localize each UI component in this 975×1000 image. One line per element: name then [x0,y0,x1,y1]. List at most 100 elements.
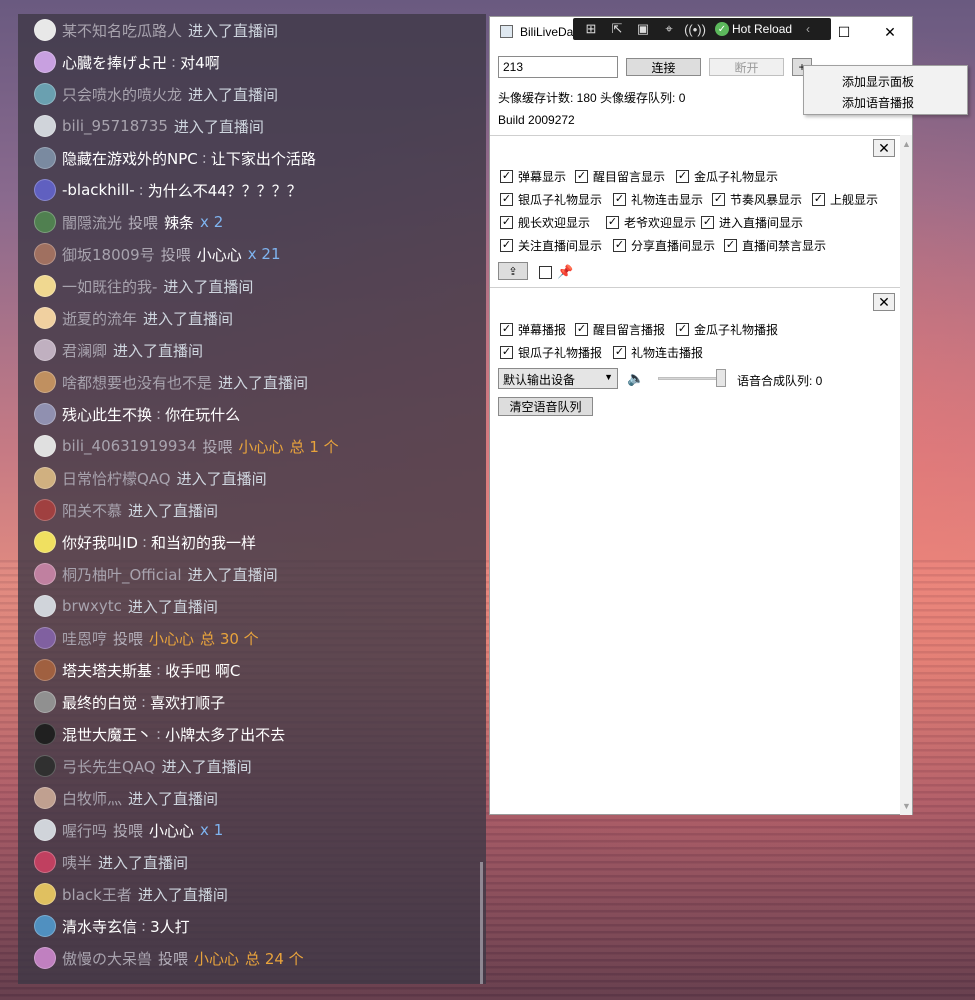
track-focus-icon[interactable]: ⌖ [659,20,679,38]
option-checkbox[interactable]: ✓ 银瓜子礼物播报 [500,344,602,361]
connect-button[interactable]: 连接 [626,58,701,76]
scroll-up-icon[interactable]: ▲ [902,139,911,149]
check-icon: ✓ [715,22,729,36]
hot-reload-label: Hot Reload [732,22,793,36]
avatar [34,723,56,745]
window-title: BiliLiveDa [520,25,574,39]
danmaku-row: 隐藏在游戏外的NPC: 让下家出个活路 [34,142,316,174]
option-checkbox[interactable]: ✓ 礼物连击显示 [613,191,703,208]
checkmark-icon[interactable]: ✓ [724,239,737,252]
danmaku-row: 傲慢の大呆兽 投喂 小心心总 24 个 [34,942,304,974]
option-checkbox[interactable]: ✓ 上舰显示 [812,191,878,208]
binding-failures-icon[interactable]: ((•)) [684,20,706,38]
avatar [34,211,56,233]
checkmark-icon[interactable]: ✓ [500,193,513,206]
checkmark-icon[interactable]: ✓ [575,323,588,336]
option-checkbox[interactable]: ✓ 关注直播间显示 [500,237,602,254]
close-display-panel-button[interactable]: ✕ [873,139,895,157]
avatar [34,371,56,393]
checkmark-icon[interactable]: ✓ [812,193,825,206]
close-window-button[interactable]: ✕ [881,23,899,41]
enter-text: 进入了直播间 [188,85,279,104]
select-element-icon[interactable]: ⇱ [607,20,627,38]
avatar-cache-status: 头像缓存计数: 180 头像缓存队列: 0 [498,91,686,105]
checkmark-icon[interactable]: ✓ [712,193,725,206]
option-checkbox[interactable]: ✓ 醒目留言播报 [575,321,665,338]
tts-queue-status: 语音合成队列: 0 [737,374,823,388]
maximize-button[interactable]: ☐ [835,23,853,41]
option-checkbox[interactable]: ✓ 礼物连击播报 [613,344,703,361]
avatar [34,595,56,617]
title-bar[interactable]: BiliLiveDa ⊞ ⇱ ▣ ⌖ ((•)) ✓ Hot Reload ‹ … [490,17,912,47]
danmaku-row: 心臓を捧げよ卍: 对4啊 [34,46,220,78]
checkmark-icon[interactable]: ✓ [500,216,513,229]
option-checkbox[interactable]: ✓ 金瓜子礼物显示 [676,168,778,185]
checkmark-icon[interactable]: ✓ [500,239,513,252]
checkmark-icon[interactable]: ✓ [676,170,689,183]
checkmark-icon[interactable]: ✓ [613,346,626,359]
checkmark-icon[interactable]: ✓ [613,193,626,206]
option-checkbox[interactable]: ✓ 进入直播间显示 [701,214,803,231]
volume-slider-thumb[interactable] [716,369,726,387]
export-button[interactable]: ⇪ [498,262,528,280]
app-icon [500,25,513,38]
pin-toggle[interactable]: 📌 [539,264,573,280]
username: 白牧师灬 [62,789,123,808]
checkmark-icon[interactable]: ✓ [613,239,626,252]
option-checkbox[interactable]: ✓ 弹幕显示 [500,168,566,185]
option-checkbox[interactable]: ✓ 节奏风暴显示 [712,191,802,208]
window-scrollbar[interactable]: ▲ ▼ [900,135,912,815]
checkmark-icon[interactable]: ✓ [606,216,619,229]
chat-message: 3人打 [150,917,190,936]
gift-action: 投喂 [158,949,189,968]
output-device-select[interactable]: 默认输出设备 ▼ [498,368,618,389]
pin-icon: 📌 [557,264,574,279]
option-label: 醒目留言显示 [593,170,666,184]
option-checkbox[interactable]: ✓ 老爷欢迎显示 [606,214,696,231]
collapse-chevron-icon[interactable]: ‹ [806,22,810,36]
username: 混世大魔王丶 [62,725,153,744]
option-checkbox[interactable]: ✓ 弹幕播报 [500,321,566,338]
option-label: 直播间禁言显示 [742,239,827,253]
menu-item-add-display-panel[interactable]: 添加显示面板 [842,73,914,90]
danmaku-row: 桐乃柚叶_Official 进入了直播间 [34,558,278,590]
option-checkbox[interactable]: ✓ 分享直播间显示 [613,237,715,254]
danmaku-row: 御坂18009号 投喂 小心心 x 21 [34,238,280,270]
option-checkbox[interactable]: ✓ 金瓜子礼物播报 [676,321,778,338]
option-checkbox[interactable]: ✓ 银瓜子礼物显示 [500,191,602,208]
option-checkbox[interactable]: ✓ 舰长欢迎显示 [500,214,590,231]
option-checkbox[interactable]: ✓ 直播间禁言显示 [724,237,826,254]
danmaku-row: 闇隠流光 投喂 辣条 x 2 [34,206,223,238]
option-label: 节奏风暴显示 [730,193,803,207]
avatar [34,499,56,521]
checkmark-icon[interactable]: ✓ [500,346,513,359]
checkmark-icon[interactable]: ✓ [701,216,714,229]
checkmark-icon[interactable]: ✓ [676,323,689,336]
danmaku-panel: 某不知名吃瓜路人 进入了直播间 心臓を捧げよ卍: 对4啊 只会喷水的喷火龙 进入了直播间 b… [18,14,486,984]
username: 清水寺玄信 [62,917,138,936]
option-checkbox[interactable]: ✓ 醒目留言显示 [575,168,665,185]
scroll-down-icon[interactable]: ▼ [902,801,911,811]
hot-reload-indicator[interactable]: ✓ Hot Reload [715,22,792,36]
clear-voice-queue-button[interactable]: 清空语音队列 [498,397,593,416]
option-label: 银瓜子礼物显示 [518,193,603,207]
separator: : [201,149,207,167]
option-label: 金瓜子礼物显示 [694,170,779,184]
close-voice-panel-button[interactable]: ✕ [873,293,895,311]
pin-checkbox[interactable] [539,265,552,279]
menu-item-add-voice-panel[interactable]: 添加语音播报 [842,94,914,111]
live-visual-tree-icon[interactable]: ⊞ [581,20,601,38]
enter-text: 进入了直播间 [128,789,219,808]
checkmark-icon[interactable]: ✓ [575,170,588,183]
checkmark-icon[interactable]: ✓ [500,323,513,336]
username: 阳关不慕 [62,501,123,520]
display-layout-adorners-icon[interactable]: ▣ [633,20,653,38]
danmaku-row: bili_40631919934 投喂 小心心总 1 个 [34,430,339,462]
room-id-input[interactable] [498,56,618,78]
checkmark-icon[interactable]: ✓ [500,170,513,183]
disconnect-button[interactable]: 断开 [709,58,784,76]
chat-message: 为什么不44？？？？？ [147,181,302,200]
avatar [34,179,56,201]
danmaku-scrollbar[interactable] [480,862,483,984]
separator: : [156,405,162,423]
